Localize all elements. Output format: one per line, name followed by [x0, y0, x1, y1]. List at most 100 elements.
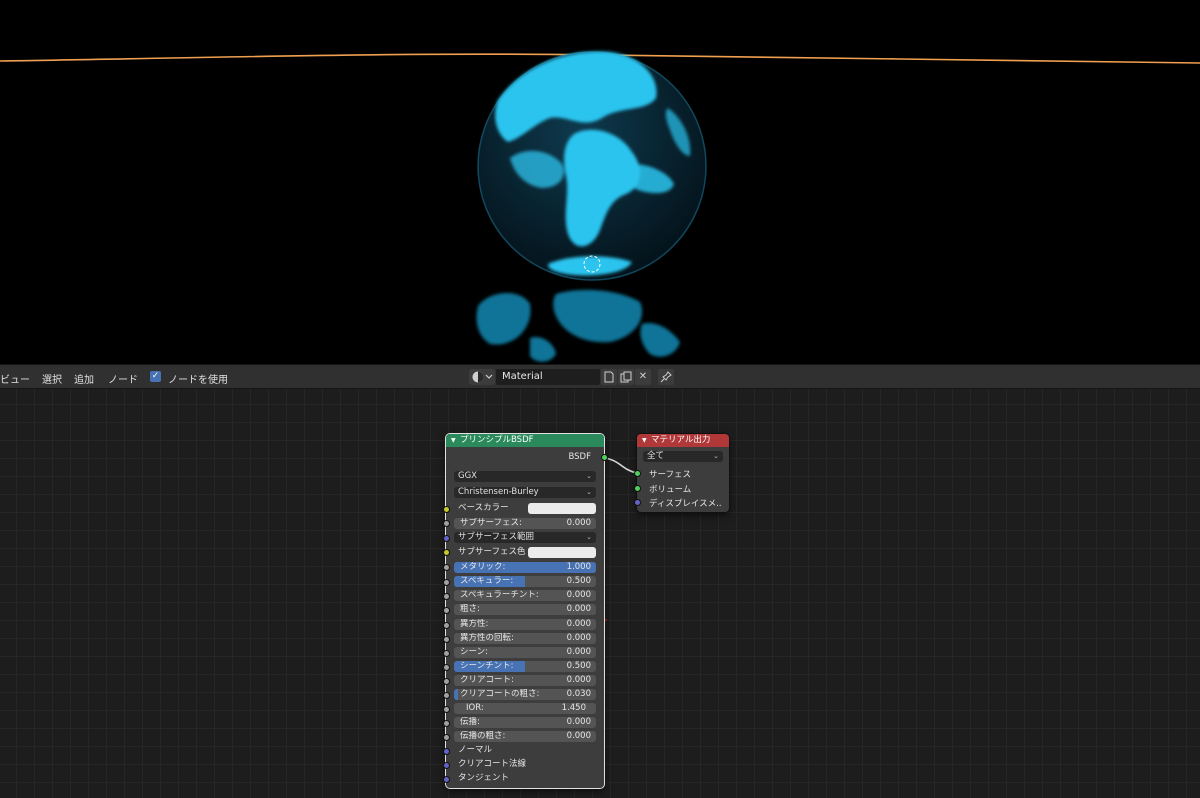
use-nodes-checkbox[interactable]: ✓ [150, 371, 161, 382]
clearcoat-field[interactable]: クリアコート: 0.000 [454, 675, 596, 686]
specular-tint-field[interactable]: スペキュラーチント: 0.000 [454, 590, 596, 601]
distribution-dropdown[interactable]: GGX ⌄ [454, 471, 596, 482]
sheen-tint-socket[interactable] [443, 664, 450, 671]
clearcoat-roughness-fill [454, 689, 459, 700]
distribution-value: GGX [458, 471, 477, 481]
transmission-socket[interactable] [443, 720, 450, 727]
subsurface-label: サブサーフェス: [460, 518, 522, 528]
globe-render [476, 51, 707, 362]
base-color-swatch[interactable] [528, 503, 596, 514]
sheen-tint-label: シーンチント: [460, 661, 514, 671]
base-color-socket[interactable] [443, 506, 450, 513]
normal-label: ノーマル [458, 745, 493, 755]
anisotropic-rotation-label: 異方性の回転: [460, 633, 514, 643]
anisotropic-label: 異方性: [460, 619, 489, 629]
transmission-field[interactable]: 伝播: 0.000 [454, 717, 596, 728]
roughness-field[interactable]: 粗さ: 0.000 [454, 604, 596, 615]
sheen-tint-value: 0.500 [566, 661, 591, 671]
sheen-value: 0.000 [566, 647, 591, 657]
tangent-label: タンジェント [458, 773, 510, 783]
subsurface-radius-dropdown[interactable]: サブサーフェス範囲 ⌄ [454, 532, 596, 543]
material-output-node[interactable]: ▼ マテリアル出力 全て ⌄ サーフェス ボリューム ディスプレイスメ.. [634, 434, 729, 512]
specular-field[interactable]: スペキュラー: 0.500 [454, 576, 596, 587]
roughness-socket[interactable] [443, 607, 450, 614]
clearcoat-socket[interactable] [443, 678, 450, 685]
subsurface-value: 0.000 [566, 518, 591, 528]
chevron-down-icon: ⌄ [586, 488, 592, 496]
subsurface-socket[interactable] [443, 520, 450, 527]
duplicate-icon [620, 371, 632, 383]
menu-select[interactable]: 選択 [42, 371, 62, 386]
subsurface-field[interactable]: サブサーフェス: 0.000 [454, 518, 596, 529]
sheen-tint-field[interactable]: シーンチント: 0.500 [454, 661, 596, 672]
subsurface-method-dropdown[interactable]: Christensen-Burley ⌄ [454, 487, 596, 498]
sheen-field[interactable]: シーン: 0.000 [454, 647, 596, 658]
material-sphere-icon [472, 371, 493, 383]
specular-tint-socket[interactable] [443, 593, 450, 600]
node-editor-header: ビュー 選択 追加 ノード ✓ ノードを使用 Material ✕ [0, 364, 1200, 389]
browse-material-button[interactable] [469, 369, 495, 385]
clearcoat-normal-socket[interactable] [443, 762, 450, 769]
clearcoat-roughness-value: 0.030 [566, 689, 591, 699]
specular-socket[interactable] [443, 579, 450, 586]
specular-label: スペキュラー: [460, 576, 514, 586]
subsurface-radius-socket[interactable] [443, 535, 450, 542]
metallic-field[interactable]: メタリック: 1.000 [454, 562, 596, 573]
displacement-socket[interactable] [634, 499, 641, 506]
transmission-roughness-field[interactable]: 伝播の粗さ: 0.000 [454, 731, 596, 742]
clearcoat-roughness-field[interactable]: クリアコートの粗さ: 0.030 [454, 689, 596, 700]
sheen-socket[interactable] [443, 650, 450, 657]
subsurface-color-swatch[interactable] [528, 547, 596, 558]
transmission-value: 0.000 [566, 717, 591, 727]
anisotropic-rotation-field[interactable]: 異方性の回転: 0.000 [454, 633, 596, 644]
clearcoat-roughness-socket[interactable] [443, 692, 450, 699]
ior-value: 1.450 [561, 703, 586, 713]
3d-viewport[interactable] [0, 0, 1200, 364]
anisotropic-rotation-socket[interactable] [443, 636, 450, 643]
clearcoat-roughness-label: クリアコートの粗さ: [460, 689, 540, 699]
specular-value: 0.500 [566, 576, 591, 586]
metallic-label: メタリック: [460, 562, 506, 572]
ior-socket[interactable] [443, 706, 450, 713]
volume-socket[interactable] [634, 485, 641, 492]
ior-field[interactable]: IOR: 1.450 [454, 703, 596, 714]
menu-view[interactable]: ビュー [0, 371, 30, 386]
tangent-socket[interactable] [443, 776, 450, 783]
document-icon [604, 371, 614, 383]
menu-add[interactable]: 追加 [74, 371, 94, 386]
output-node-header[interactable]: ▼ マテリアル出力 [637, 434, 729, 447]
pin-button[interactable] [658, 369, 674, 385]
clearcoat-normal-label: クリアコート法線 [458, 759, 527, 769]
transmission-roughness-value: 0.000 [566, 731, 591, 741]
surface-label: サーフェス [649, 470, 691, 480]
transmission-roughness-socket[interactable] [443, 734, 450, 741]
collapse-arrow-icon[interactable]: ▼ [642, 434, 647, 447]
metallic-socket[interactable] [443, 564, 450, 571]
specular-tint-label: スペキュラーチント: [460, 590, 539, 600]
new-material-button[interactable] [618, 369, 634, 385]
fake-user-button[interactable] [601, 369, 617, 385]
menu-node[interactable]: ノード [108, 371, 138, 386]
anisotropic-socket[interactable] [443, 622, 450, 629]
bsdf-node-header[interactable]: ▼ プリンシプルBSDF [446, 434, 604, 447]
collapse-arrow-icon[interactable]: ▼ [451, 434, 456, 447]
pin-icon [660, 371, 672, 383]
material-name-field[interactable]: Material [496, 369, 600, 385]
roughness-label: 粗さ: [460, 604, 480, 614]
anisotropic-rotation-value: 0.000 [566, 633, 591, 643]
surface-socket[interactable] [634, 470, 641, 477]
output-target-dropdown[interactable]: 全て ⌄ [643, 451, 723, 462]
volume-label: ボリューム [649, 485, 692, 495]
displacement-label: ディスプレイスメ.. [649, 499, 722, 509]
anisotropic-field[interactable]: 異方性: 0.000 [454, 619, 596, 630]
unlink-material-button[interactable]: ✕ [635, 369, 651, 385]
subsurface-color-socket[interactable] [443, 549, 450, 556]
bsdf-output-socket[interactable] [601, 454, 608, 461]
principled-bsdf-node[interactable]: ▼ プリンシプルBSDF BSDF GGX ⌄ Christensen-Burle… [443, 433, 608, 789]
bsdf-output-label: BSDF [568, 452, 591, 462]
sheen-label: シーン: [460, 647, 488, 657]
normal-socket[interactable] [443, 748, 450, 755]
metallic-value: 1.000 [566, 562, 591, 572]
chevron-down-icon: ⌄ [586, 533, 592, 541]
subsurface-color-label: サブサーフェス色 [458, 547, 526, 557]
